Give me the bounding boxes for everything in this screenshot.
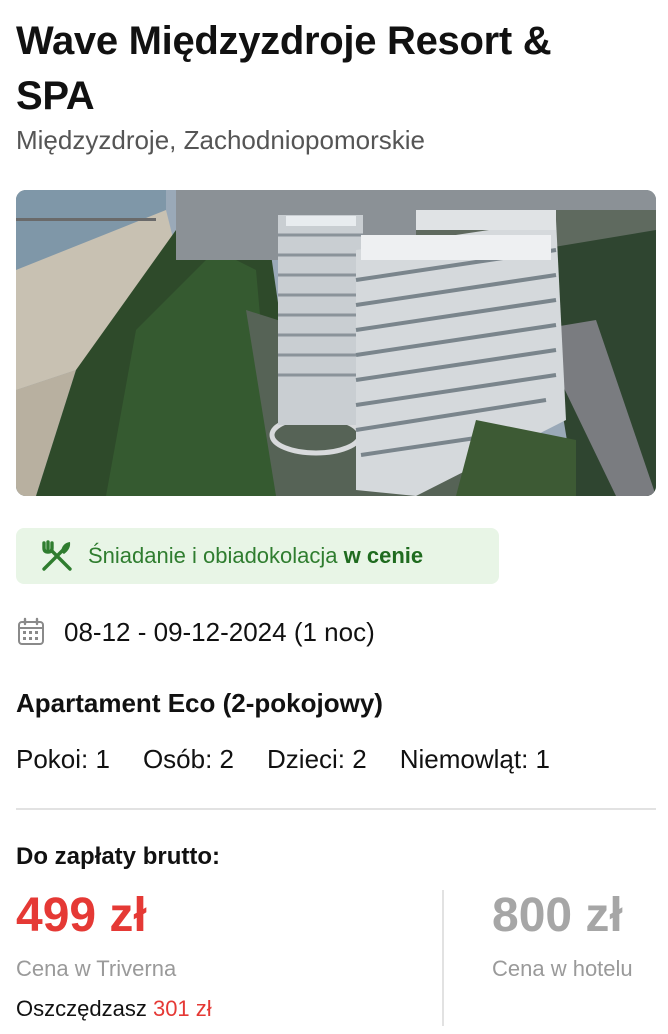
meal-plan-text: Śniadanie i obiadokolacja w cenie: [88, 543, 423, 569]
hotel-photo-image: [16, 190, 656, 496]
occupancy-infants: Niemowląt: 1: [399, 744, 550, 774]
savings-label: Oszczędzasz: [16, 996, 147, 1021]
room-type: Apartament Eco (2-pokojowy): [16, 688, 383, 718]
occupancy-children: Dzieci: 2: [267, 744, 367, 774]
payment-label: Do zapłaty brutto:: [16, 843, 220, 870]
savings-amount: 301 zł: [152, 996, 212, 1021]
hotel-price: 800 zł: [492, 889, 623, 942]
hotel-photo[interactable]: [16, 190, 656, 496]
stay-dates-text: 08-12 - 09-12-2024 (1 noc): [64, 616, 375, 647]
meal-plan-badge: Śniadanie i obiadokolacja w cenie: [16, 528, 499, 584]
hotel-location: Międzyzdroje, Zachodniopomorskie: [16, 125, 425, 155]
price-divider: [442, 890, 444, 1026]
occupancy-adults: Osób: 2: [142, 744, 235, 774]
savings-info: Oszczędzasz 301 zł: [16, 996, 212, 1022]
meal-plan-included: w cenie: [343, 543, 424, 568]
occupancy-rooms: Pokoi: 1: [16, 744, 110, 774]
hotel-price-caption: Cena w hotelu: [492, 956, 633, 981]
section-divider: [16, 808, 656, 810]
triverna-price: 499 zł: [16, 889, 147, 942]
hotel-name: Wave Międzyzdroje Resort & SPA: [16, 19, 552, 118]
stay-dates: 08-12 - 09-12-2024 (1 noc): [16, 616, 375, 648]
calendar-icon: [16, 616, 48, 648]
triverna-price-caption: Cena w Triverna: [16, 956, 177, 981]
occupancy-summary: Pokoi: 1 Osób: 2 Dzieci: 2 Niemowląt: 1: [16, 744, 583, 775]
fork-knife-icon: [38, 537, 76, 575]
meal-plan-label: Śniadanie i obiadokolacja: [88, 543, 338, 568]
